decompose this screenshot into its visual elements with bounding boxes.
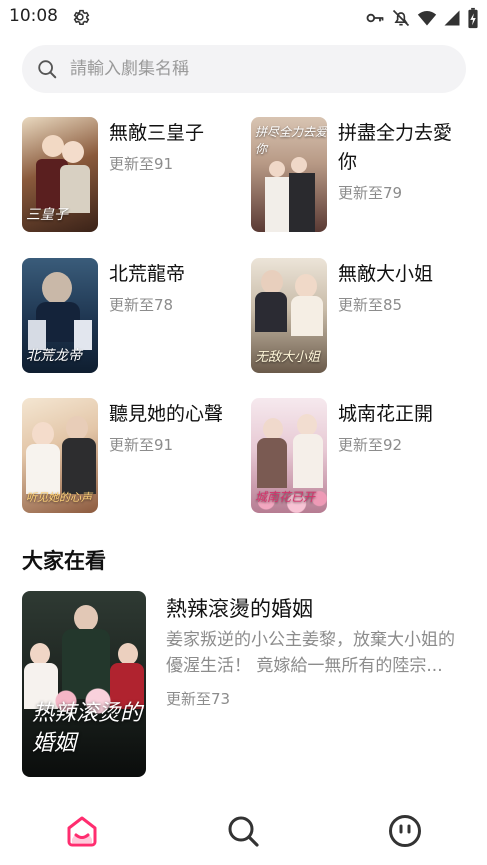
featured-drama-poster[interactable]: 热辣滚烫的婚姻: [22, 591, 146, 777]
featured-poster-caption: 热辣滚烫的婚姻: [32, 701, 143, 756]
drama-title: 聽見她的心聲: [109, 403, 224, 425]
drama-card[interactable]: 拼尽全力去爱你 拼盡全力去愛你 更新至79: [251, 117, 471, 232]
status-bar: 10:08: [0, 0, 487, 34]
section-title: 大家在看: [22, 549, 106, 573]
drama-title: 無敵大小姐: [338, 263, 434, 285]
search-bar[interactable]: [22, 45, 466, 93]
poster-caption: 三皇子: [26, 207, 68, 223]
drama-card[interactable]: 听见她的心声 聽見她的心聲 更新至91: [22, 398, 242, 513]
drama-title: 無敵三皇子: [109, 122, 205, 144]
drama-episode-status: 更新至91: [109, 155, 174, 173]
drama-poster[interactable]: 拼尽全力去爱你: [251, 117, 327, 232]
featured-drama-description: 姜家叛逆的小公主姜黎，放棄大小姐的優渥生活！ 竟嫁給一無所有的陸宗...: [166, 630, 455, 676]
drama-episode-status: 更新至79: [338, 184, 403, 202]
home-icon[interactable]: [64, 813, 100, 849]
drama-poster[interactable]: 城南花已开: [251, 398, 327, 513]
drama-episode-status: 更新至85: [338, 296, 403, 314]
drama-card[interactable]: 无敌大小姐 無敵大小姐 更新至85: [251, 258, 471, 373]
drama-poster[interactable]: 北荒龙帝: [22, 258, 98, 373]
search-icon[interactable]: [225, 813, 261, 849]
drama-poster[interactable]: 听见她的心声: [22, 398, 98, 513]
drama-episode-status: 更新至78: [109, 296, 174, 314]
settings-gear-icon: [73, 9, 90, 25]
battery-charging-icon: [468, 7, 478, 29]
drama-poster[interactable]: 无敌大小姐: [251, 258, 327, 373]
notifications-off-icon: [392, 9, 410, 27]
drama-poster[interactable]: 三皇子: [22, 117, 98, 232]
search-input[interactable]: [70, 45, 450, 93]
drama-episode-status: 更新至91: [109, 436, 174, 454]
poster-caption: 拼尽全力去爱你: [255, 125, 327, 156]
drama-card[interactable]: 三皇子 無敵三皇子 更新至91: [22, 117, 242, 232]
status-time: 10:08: [9, 6, 58, 26]
profile-icon[interactable]: [387, 813, 423, 849]
drama-title: 北荒龍帝: [109, 263, 186, 285]
poster-caption: 北荒龙帝: [26, 348, 82, 364]
wifi-icon: [417, 11, 437, 26]
drama-title: 城南花正開: [338, 403, 434, 425]
featured-drama-episode-status: 更新至73: [166, 690, 231, 708]
drama-card[interactable]: 北荒龙帝 北荒龍帝 更新至78: [22, 258, 242, 373]
drama-title: 拼盡全力去愛你: [338, 122, 453, 173]
drama-card[interactable]: 城南花已开 城南花正開 更新至92: [251, 398, 471, 513]
poster-caption: 无敌大小姐: [255, 350, 321, 365]
search-icon: [38, 60, 57, 79]
poster-caption: 听见她的心声: [26, 491, 92, 504]
poster-caption: 城南花已开: [255, 490, 316, 504]
cellular-signal-icon: [444, 10, 460, 26]
drama-episode-status: 更新至92: [338, 436, 403, 454]
featured-drama-title: 熱辣滾燙的婚姻: [166, 597, 313, 621]
bottom-navigation: [0, 805, 487, 865]
vpn-key-icon: [366, 13, 384, 23]
